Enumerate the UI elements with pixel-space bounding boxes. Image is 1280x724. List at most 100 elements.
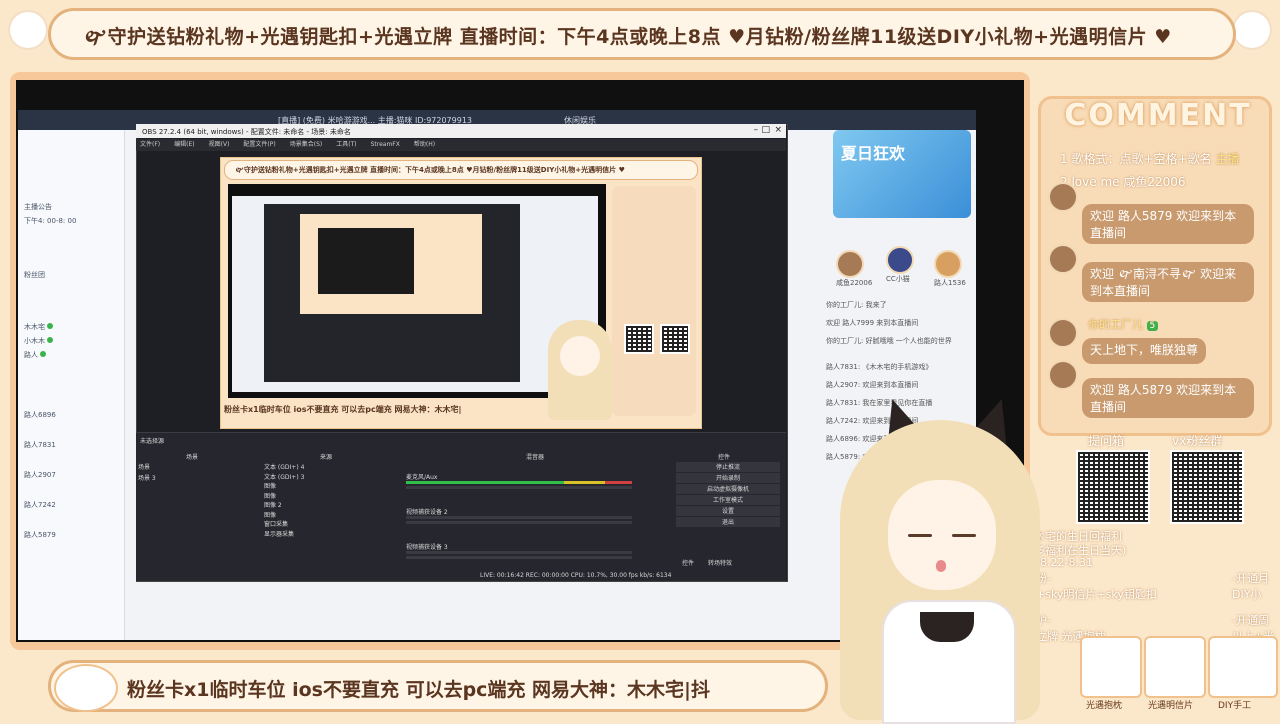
left-panel-row: 下午4: 00-8: 00 — [24, 217, 77, 225]
qa-box-label: 提问箱 — [1088, 434, 1125, 448]
avatar — [886, 246, 914, 274]
mixer-header: 混音器 — [526, 454, 545, 461]
source-item[interactable]: 图像 — [264, 510, 396, 520]
comment-tag: 主播 — [1215, 152, 1240, 166]
qa-box-qr-code[interactable] — [1076, 450, 1150, 524]
controls-header: 控件 — [718, 454, 731, 461]
source-item[interactable]: 显示器采集 — [264, 529, 396, 539]
comment-line: 1 歌格式：点歌+空格+歌名 主播 — [1060, 150, 1239, 167]
menu-item-file[interactable]: 文件(F) — [140, 141, 160, 148]
left-panel-row[interactable]: 路人7242 — [24, 500, 56, 510]
left-panel-row[interactable]: 路人6896 — [24, 410, 56, 420]
volume-slider[interactable] — [406, 486, 632, 489]
birthday-line: +sky明信片+sky钥匙扣 — [1036, 588, 1157, 601]
scene-item[interactable]: 场景 3 — [138, 473, 258, 484]
comment-title: COMMENT — [1064, 98, 1252, 133]
avatar-mouth — [936, 560, 946, 572]
chat-feed-line: 欢迎 路人7999 来到本直播间 — [826, 319, 919, 327]
maximize-icon[interactable]: □ — [761, 125, 770, 135]
right-wing-icon — [1232, 10, 1272, 50]
birthday-line: 8.22-8.31 — [1040, 556, 1093, 569]
menu-item-view[interactable]: 视图(V) — [209, 141, 230, 148]
top-ticker-text: 🙰守护送钻粉礼物+光遇钥匙扣+光遇立牌 直播时间：下午4点或晚上8点 ♥月钻粉/… — [83, 26, 1172, 48]
viewer-avatar[interactable]: 咸鱼22006 — [836, 250, 876, 290]
scenes-list: 场景 场景 3 — [138, 462, 258, 484]
close-icon[interactable]: × — [774, 125, 782, 135]
bottom-banner: 粉丝卡x1临时车位 ios不要直充 可以去pc端充 网易大神：木木宅|抖 — [48, 660, 828, 712]
bottom-banner-text: 粉丝卡x1临时车位 ios不要直充 可以去pc端充 网易大神：木木宅|抖 — [127, 679, 710, 701]
scene-item[interactable]: 场景 — [138, 462, 258, 473]
volume-slider[interactable] — [406, 521, 632, 524]
source-item[interactable]: 图像 2 — [264, 500, 396, 510]
left-wing-icon — [8, 10, 48, 50]
menu-item-profile[interactable]: 配置文件(P) — [243, 141, 275, 148]
exit-button[interactable]: 退出 — [676, 517, 780, 527]
source-item[interactable]: 图像 — [264, 491, 396, 501]
menu-item-scene-collection[interactable]: 场景集合(S) — [290, 141, 323, 148]
virtual-camera-button[interactable]: 启动虚拟摄像机 — [676, 484, 780, 494]
left-panel-row: 粉丝团 — [24, 271, 45, 279]
menu-item-streamfx[interactable]: StreamFX — [371, 141, 400, 148]
comment-bubble: 天上地下，唯朕独尊 — [1082, 338, 1206, 364]
avatar — [1048, 244, 1078, 274]
left-panel-row[interactable]: 小木木 — [24, 336, 53, 346]
sources-header: 来源 — [320, 454, 333, 461]
avatar — [934, 250, 962, 278]
left-panel-row[interactable]: 路人5879 — [24, 530, 56, 540]
studio-mode-button[interactable]: 工作室模式 — [676, 495, 780, 505]
prize-label: DIY手工 — [1218, 701, 1252, 711]
sources-list: 文本 (GDI+) 4 文本 (GDI+) 3 图像 图像 图像 2 图像 窗口… — [264, 462, 396, 538]
viewer-name: 路人1536 — [934, 279, 966, 287]
controls-tab[interactable]: 控件 — [682, 558, 694, 567]
fan-group-qr-code[interactable] — [1170, 450, 1244, 524]
birthday-right-line: -开通月 — [1232, 572, 1269, 585]
comment-text: 歌格式：点歌+空格+歌名 — [1071, 152, 1212, 166]
chat-feed-line: 你的工厂儿: 好腻哦哦 一个人也能的世界 — [826, 337, 952, 345]
prize-showcase: 光遇抱枕 光遇明信片 DIY手工 — [1080, 636, 1278, 720]
settings-button[interactable]: 设置 — [676, 506, 780, 516]
source-item[interactable]: 图像 — [264, 481, 396, 491]
source-item[interactable]: 文本 (GDI+) 3 — [264, 472, 396, 482]
online-dot-icon — [47, 323, 53, 329]
top-banner: 🙰守护送钻粉礼物+光遇钥匙扣+光遇立牌 直播时间：下午4点或晚上8点 ♥月钻粉/… — [48, 8, 1236, 60]
volume-meter — [406, 516, 632, 519]
menu-item-help[interactable]: 帮助(H) — [414, 141, 435, 148]
audio-mixer: 麦克风/Aux 视频捕获设备 2 视频捕获设备 3 — [406, 472, 666, 559]
left-panel-row[interactable]: 路人2907 — [24, 470, 56, 480]
avatar-eye-right — [952, 534, 976, 537]
controls-dock: 停止推流 开始录制 启动虚拟摄像机 工作室模式 设置 退出 — [676, 462, 780, 527]
left-panel-row[interactable]: 木木宅 — [24, 322, 53, 332]
chat-feed-line: 路人7831: 《木木宅的手机游戏》 — [826, 363, 933, 371]
scenes-header: 场景 — [186, 454, 199, 461]
online-dot-icon — [47, 337, 53, 343]
menu-item-tools[interactable]: 工具(T) — [336, 141, 356, 148]
mixer-channel-label: 麦克风/Aux — [406, 474, 438, 481]
left-panel-row[interactable]: 路人 — [24, 350, 46, 360]
start-recording-button[interactable]: 开始录制 — [676, 473, 780, 483]
source-item[interactable]: 文本 (GDI+) 4 — [264, 462, 396, 472]
comment-bubble: 欢迎 路人5879 欢迎来到本直播间 — [1082, 378, 1254, 418]
avatar — [836, 250, 864, 278]
event-banner[interactable]: 夏日狂欢 — [833, 130, 971, 218]
source-item[interactable]: 窗口采集 — [264, 519, 396, 529]
stop-streaming-button[interactable]: 停止推流 — [676, 462, 780, 472]
obs-menu-bar: 文件(F) 编辑(E) 视图(V) 配置文件(P) 场景集合(S) 工具(T) Stream… — [136, 139, 786, 151]
transitions-tab[interactable]: 转场特效 — [708, 558, 732, 567]
volume-meter — [406, 551, 632, 554]
left-panel-row[interactable]: 路人7831 — [24, 440, 56, 450]
online-dot-icon — [40, 351, 46, 357]
chat-feed-line: 你的工厂儿: 我来了 — [826, 301, 887, 309]
left-panel-row: 主播公告 — [24, 203, 52, 211]
event-banner-title: 夏日狂欢 — [841, 144, 906, 163]
avatar — [1048, 318, 1078, 348]
obs-titlebar: OBS 27.2.4 (64 bit, windows) - 配置文件: 未命名… — [136, 124, 786, 138]
fan-tag: 你的工厂儿 — [1088, 318, 1143, 331]
menu-item-edit[interactable]: 编辑(E) — [174, 141, 194, 148]
minimize-icon[interactable]: – — [754, 125, 759, 135]
comment-text: love me 咸鱼22006 — [1071, 175, 1186, 189]
avatar-eye-left — [908, 534, 932, 537]
viewer-name: 咸鱼22006 — [836, 279, 873, 287]
viewer-avatar[interactable]: 路人1536 — [934, 250, 974, 290]
viewer-avatar[interactable]: CC小猫 — [886, 246, 926, 286]
volume-slider[interactable] — [406, 556, 632, 559]
